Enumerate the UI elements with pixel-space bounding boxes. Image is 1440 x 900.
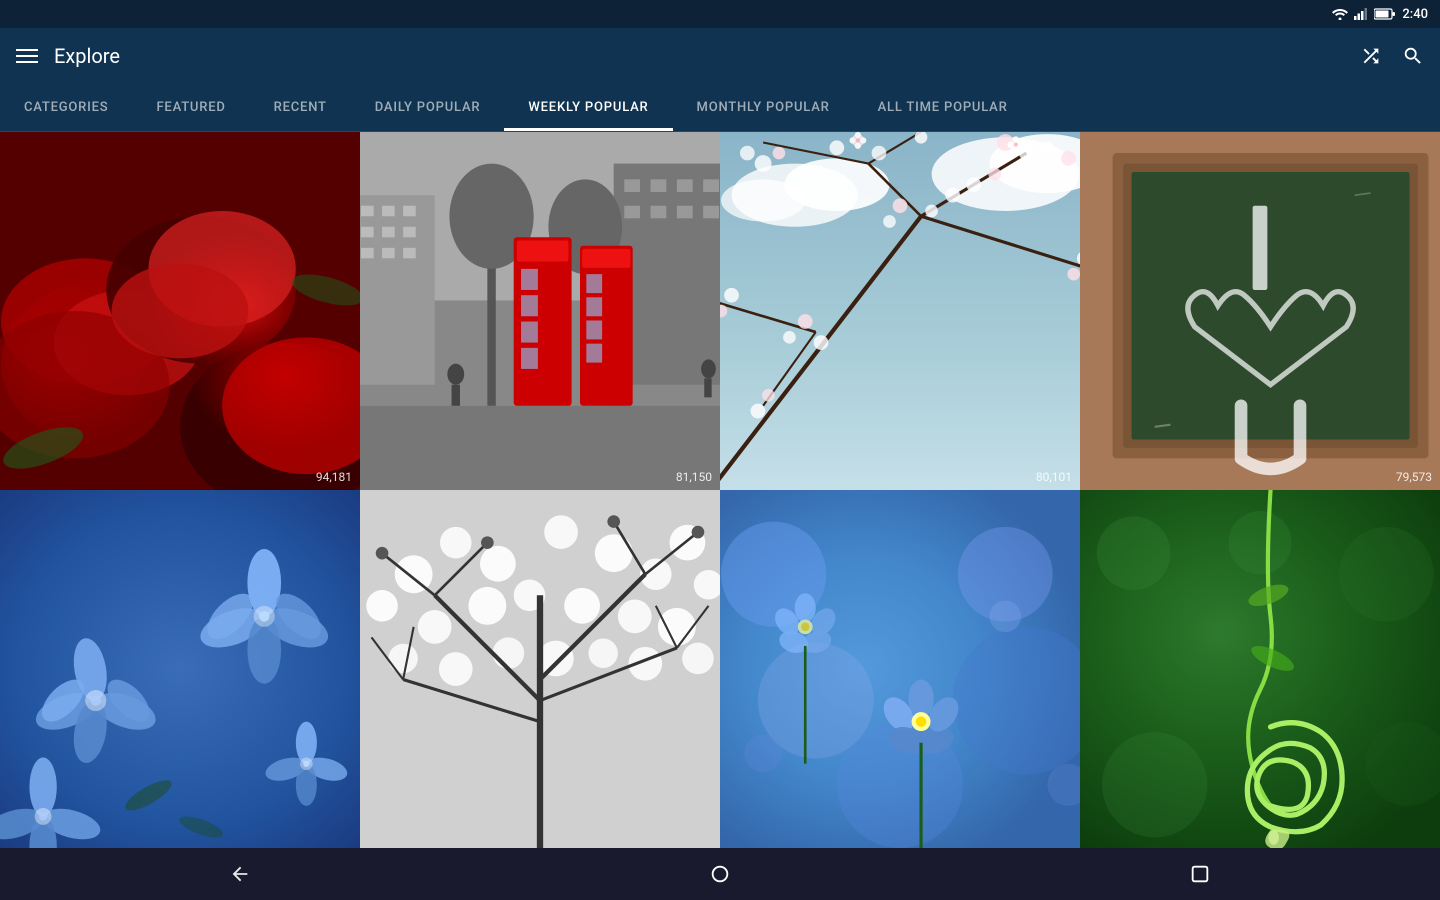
recents-button[interactable] <box>1170 848 1230 900</box>
shuffle-icon[interactable] <box>1360 45 1382 67</box>
cell-count-4: 79,573 <box>1396 470 1432 484</box>
status-icons: 2:40 <box>1332 7 1428 22</box>
home-button[interactable] <box>690 848 750 900</box>
tab-featured[interactable]: FEATURED <box>132 84 249 131</box>
chalkboard-image <box>1080 132 1440 490</box>
phone-booth-image <box>360 132 720 490</box>
back-icon <box>229 863 251 885</box>
grid-cell-forget-me-not[interactable] <box>720 490 1080 848</box>
status-time: 2:40 <box>1402 7 1428 22</box>
grid-cell-chalkboard[interactable]: 79,573 <box>1080 132 1440 490</box>
status-bar: 2:40 <box>0 0 1440 28</box>
roses-image <box>0 132 360 490</box>
cell-count-1: 94,181 <box>316 470 352 484</box>
grid-cell-cherry-blossom[interactable]: 80,101 <box>720 132 1080 490</box>
grid-cell-phone-booth[interactable]: 81,150 <box>360 132 720 490</box>
forget-me-not-image <box>720 490 1080 848</box>
cell-count-2: 81,150 <box>676 470 712 484</box>
battery-icon <box>1374 8 1396 20</box>
back-button[interactable] <box>210 848 270 900</box>
app-bar-actions <box>1360 45 1424 67</box>
tab-categories[interactable]: CATEGORIES <box>0 84 132 131</box>
menu-button[interactable] <box>16 49 38 63</box>
app-bar: Explore <box>0 28 1440 84</box>
tab-bar: CATEGORIES FEATURED RECENT DAILY POPULAR… <box>0 84 1440 132</box>
bw-tree-image <box>360 490 720 848</box>
tab-recent[interactable]: RECENT <box>250 84 351 131</box>
spiral-image <box>1080 490 1440 848</box>
grid-cell-roses[interactable]: 94,181 <box>0 132 360 490</box>
blue-flowers-image <box>0 490 360 848</box>
tab-daily-popular[interactable]: DAILY POPULAR <box>351 84 505 131</box>
recents-icon <box>1189 863 1211 885</box>
signal-icon <box>1354 8 1368 20</box>
home-icon <box>709 863 731 885</box>
tab-all-time-popular[interactable]: ALL TIME POPULAR <box>854 84 1032 131</box>
tab-monthly-popular[interactable]: MONTHLY POPULAR <box>673 84 854 131</box>
app-title: Explore <box>54 44 1344 68</box>
tab-weekly-popular[interactable]: WEEKLY POPULAR <box>504 84 672 131</box>
cherry-blossom-image <box>720 132 1080 490</box>
bottom-nav <box>0 848 1440 900</box>
image-grid: 94,181 <box>0 132 1440 848</box>
grid-cell-spiral[interactable] <box>1080 490 1440 848</box>
grid-cell-blue-flowers[interactable] <box>0 490 360 848</box>
cell-count-3: 80,101 <box>1036 470 1072 484</box>
grid-cell-bw-tree[interactable] <box>360 490 720 848</box>
wifi-icon <box>1332 8 1348 20</box>
search-icon[interactable] <box>1402 45 1424 67</box>
